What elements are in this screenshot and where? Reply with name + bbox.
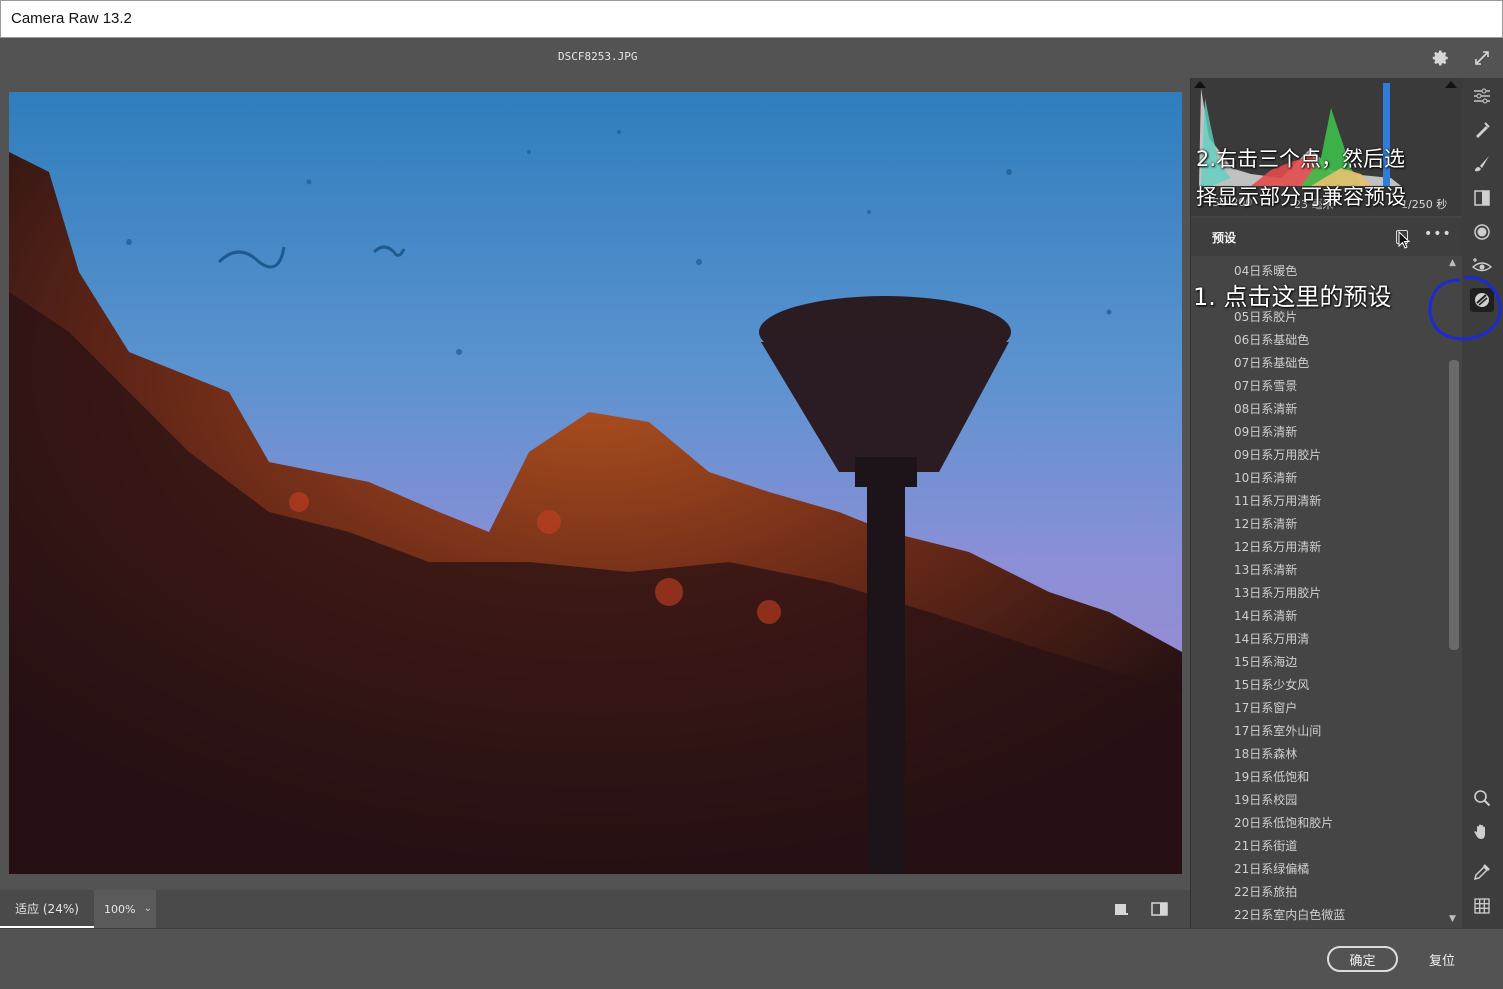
annotation-circle [1428,275,1502,341]
annotation-step2-line2: 择显示部分可兼容预设 [1196,185,1406,209]
preset-item[interactable]: 17日系窗户 [1234,699,1297,716]
top-bar: DSCF8253.JPG [0,38,1503,78]
zoom-value: 100% [104,902,136,916]
annotation-step2-line1: 2.右击三个点，然后选 [1196,147,1406,171]
preset-scrollbar[interactable]: ▲ ▼ [1446,256,1462,928]
preset-item[interactable]: 07日系雪景 [1234,377,1297,394]
preset-item[interactable]: 13日系万用胶片 [1234,584,1321,601]
preset-item[interactable]: 22日系室内白色微蓝 [1234,906,1345,923]
presets-title: 预设 [1212,231,1237,245]
preset-list[interactable]: 04日系暖色 05日系胶片 06日系基础色 07日系基础色 07日系雪景 08日系清新 09… [1191,256,1447,928]
preset-item[interactable]: 19日系低饱和 [1234,768,1309,785]
preset-item[interactable]: 12日系万用清新 [1234,538,1321,555]
cursor-icon [1398,231,1411,249]
zoom-fit-button[interactable]: 适应 (24%) [0,890,94,928]
preset-item[interactable]: 09日系万用胶片 [1234,446,1321,463]
preset-item[interactable]: 08日系清新 [1234,400,1297,417]
preset-item[interactable]: 15日系少女风 [1234,676,1309,693]
preset-item[interactable]: 07日系基础色 [1234,354,1309,371]
file-name: DSCF8253.JPG [558,50,638,63]
preset-item[interactable]: 22日系旅拍 [1234,883,1297,900]
photo-preview[interactable] [9,92,1182,874]
eyedropper-icon[interactable] [1470,860,1494,884]
zoom-icon[interactable] [1470,786,1494,810]
window-titlebar: Camera Raw 13.2 [0,0,1503,38]
tool-strip [1462,78,1503,928]
fullscreen-icon[interactable] [1470,46,1494,70]
healing-icon[interactable] [1470,118,1494,142]
chevron-down-icon: ⌄ [143,903,152,914]
preset-item[interactable]: 20日系低饱和胶片 [1234,814,1333,831]
scroll-up-icon[interactable]: ▲ [1449,258,1456,268]
annotation-step1: 1. 点击这里的预设 [1193,283,1392,311]
preset-item[interactable]: 21日系街道 [1234,837,1297,854]
scroll-thumb[interactable] [1449,360,1459,650]
preset-item[interactable]: 13日系清新 [1234,561,1297,578]
zoom-select[interactable]: 100% ⌄ [94,890,156,928]
preset-item[interactable]: 06日系基础色 [1234,331,1309,348]
hand-icon[interactable] [1470,820,1494,844]
single-view-icon[interactable] [1113,901,1131,917]
bottom-bar: 确定 复位 [0,928,1503,989]
grid-icon[interactable] [1470,894,1494,918]
preset-item[interactable]: 09日系清新 [1234,423,1297,440]
brush-icon[interactable] [1470,152,1494,176]
preset-item[interactable]: 11日系万用清新 [1234,492,1321,509]
preset-item[interactable]: 21日系绿偏橘 [1234,860,1309,877]
preset-item[interactable]: 18日系森林 [1234,745,1297,762]
preset-item[interactable]: 17日系室外山间 [1234,722,1321,739]
shutter-speed: 1/250 秒 [1401,198,1448,211]
presets-header: 预设 ••• [1191,218,1462,256]
preset-item[interactable]: 10日系清新 [1234,469,1297,486]
preset-item[interactable]: 14日系清新 [1234,607,1297,624]
preset-item[interactable]: 19日系校园 [1234,791,1297,808]
preset-item[interactable]: 14日系万用清 [1234,630,1309,647]
edit-sliders-icon[interactable] [1470,84,1494,108]
ok-button[interactable]: 确定 [1327,946,1398,972]
radial-filter-icon[interactable] [1470,220,1494,244]
preset-item[interactable]: 12日系清新 [1234,515,1297,532]
compare-view-icon[interactable] [1151,901,1169,917]
preset-item[interactable]: 15日系海边 [1234,653,1297,670]
gradient-icon[interactable] [1470,186,1494,210]
gear-icon[interactable] [1429,46,1453,70]
reset-button[interactable]: 复位 [1420,946,1464,972]
window-title: Camera Raw 13.2 [11,10,132,27]
status-bar: 适应 (24%) 100% ⌄ [0,890,1190,928]
scroll-down-icon[interactable]: ▼ [1449,914,1456,924]
image-canvas[interactable] [0,78,1190,890]
more-options-icon[interactable]: ••• [1424,226,1452,242]
